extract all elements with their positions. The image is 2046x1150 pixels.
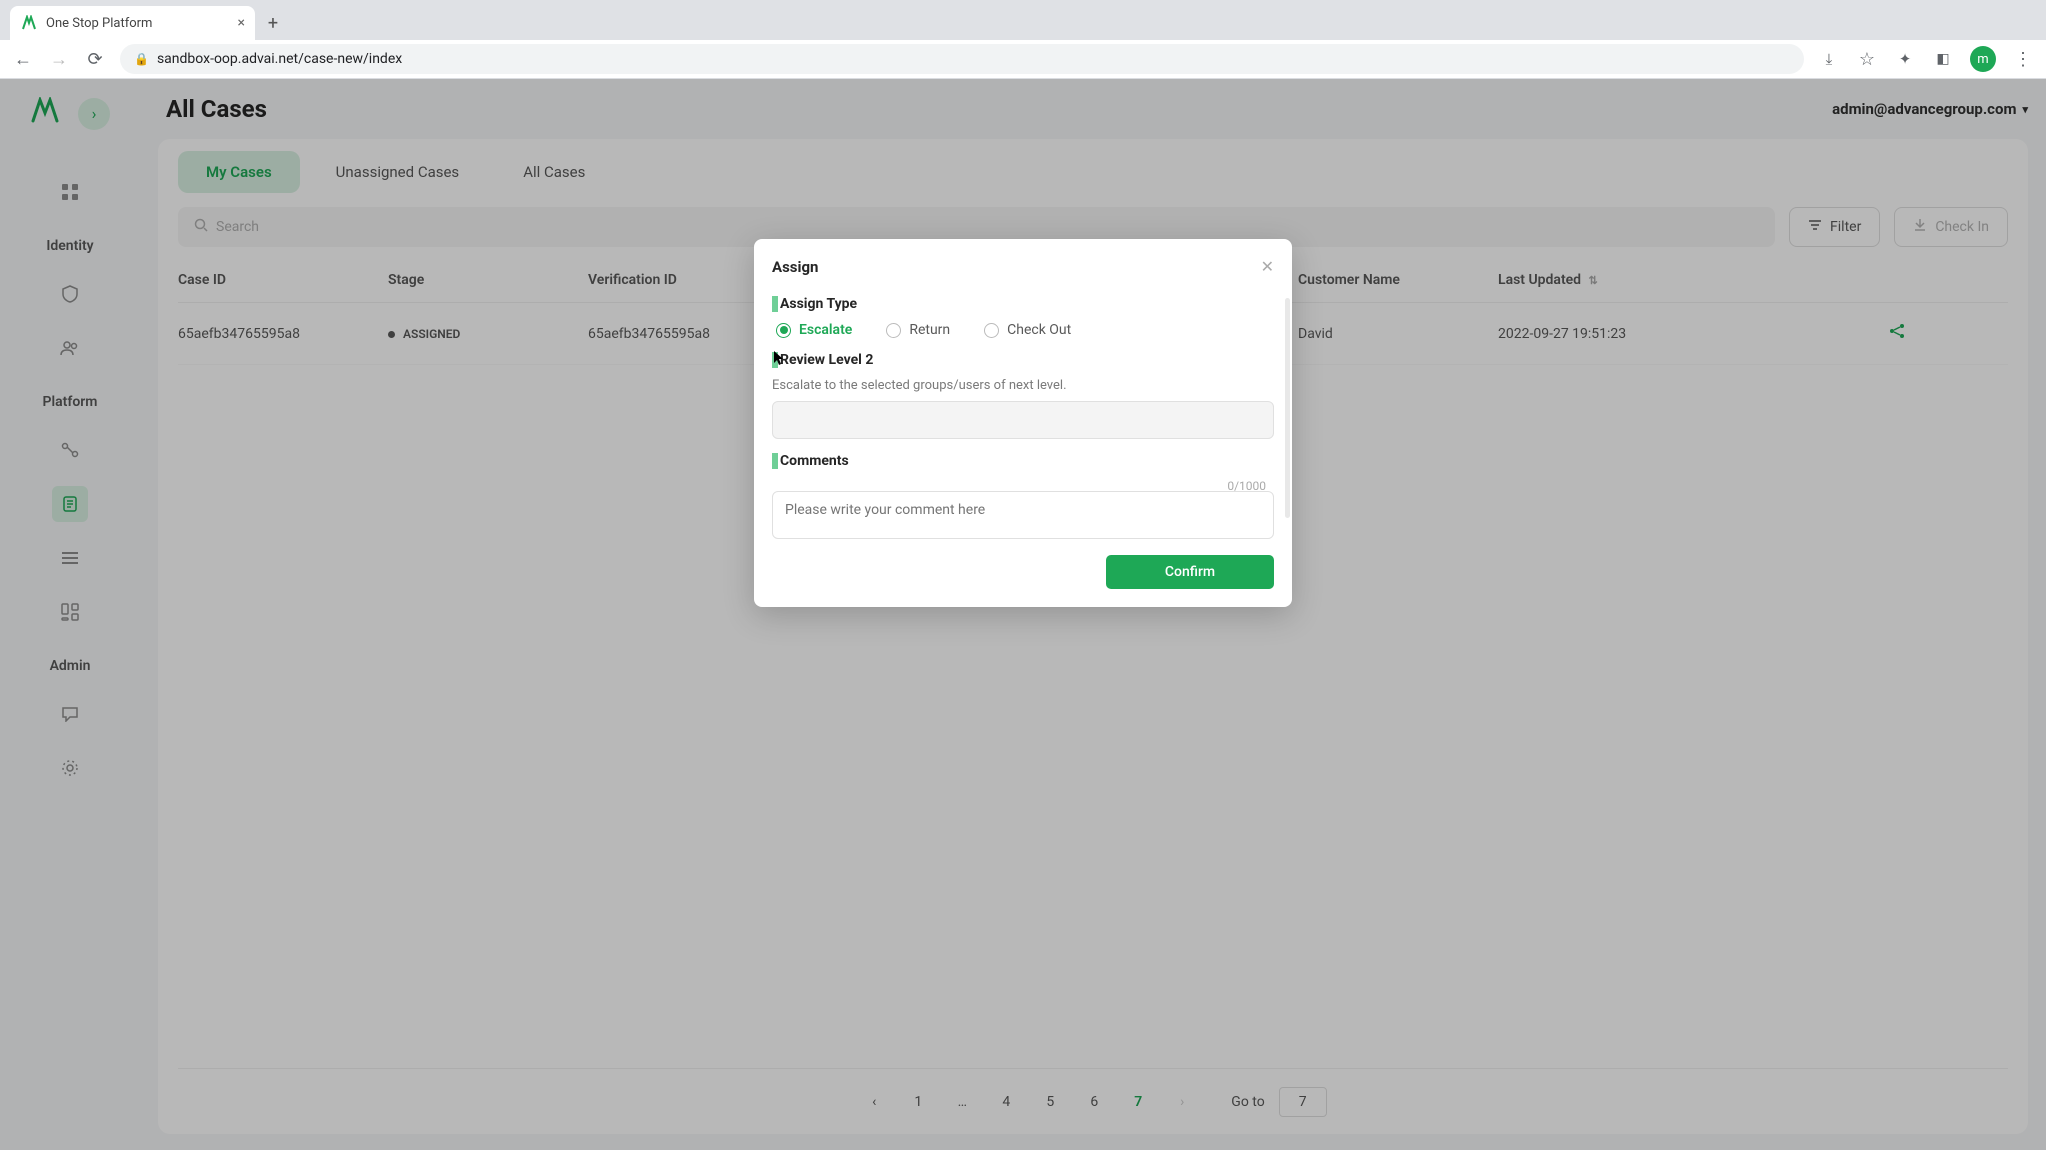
radio-return[interactable]: Return [886,322,950,338]
url-text: sandbox-oop.advai.net/case-new/index [157,51,402,67]
section-assign-type: Assign Type [772,296,1274,312]
radio-group-assign-type: Escalate Return Check Out [772,322,1274,338]
url-field[interactable]: 🔒 sandbox-oop.advai.net/case-new/index [120,44,1804,74]
browser-tab[interactable]: One Stop Platform × [10,6,255,40]
new-tab-button[interactable]: + [259,9,287,37]
radio-checkout[interactable]: Check Out [984,322,1071,338]
radio-escalate[interactable]: Escalate [776,322,852,338]
profile-avatar[interactable]: m [1970,46,1996,72]
browser-chrome: One Stop Platform × + ← → ⟳ 🔒 sandbox-oo… [0,0,2046,79]
tab-title: One Stop Platform [46,16,152,31]
modal-overlay[interactable]: Assign ✕ Assign Type Escalate Return [0,79,2046,1150]
back-icon[interactable]: ← [12,48,34,70]
section-bar-icon [772,296,778,312]
install-icon[interactable]: ⤓ [1818,48,1840,70]
section-comments: Comments [772,453,1274,469]
section-review-level: Review Level 2 [772,352,1274,368]
radio-icon [886,323,901,338]
radio-icon [776,323,791,338]
assign-modal: Assign ✕ Assign Type Escalate Return [754,239,1292,607]
user-select[interactable] [772,401,1274,439]
panel-icon[interactable]: ◧ [1932,48,1954,70]
hint-text: Escalate to the selected groups/users of… [772,378,1274,393]
scrollbar[interactable] [1285,298,1290,518]
kebab-icon[interactable]: ⋮ [2012,48,2034,70]
close-tab-icon[interactable]: × [238,15,245,31]
lock-icon: 🔒 [134,52,149,66]
section-bar-icon [772,453,778,469]
modal-footer: Confirm [754,543,1292,589]
favicon-icon [20,14,38,32]
comment-textarea[interactable] [772,491,1274,539]
modal-header: Assign ✕ [754,257,1292,288]
modal-body: Assign Type Escalate Return Check Out [754,288,1292,543]
section-bar-icon [772,352,778,368]
modal-title: Assign [772,258,818,276]
confirm-button[interactable]: Confirm [1106,555,1274,589]
app-root: › Identity Platform Admin [0,79,2046,1150]
reload-icon[interactable]: ⟳ [84,48,106,70]
address-bar: ← → ⟳ 🔒 sandbox-oop.advai.net/case-new/i… [0,40,2046,79]
extensions-icon[interactable]: ✦ [1894,48,1916,70]
tab-strip: One Stop Platform × + [0,0,2046,40]
toolbar-right: ⤓ ☆ ✦ ◧ m ⋮ [1818,46,2034,72]
star-icon[interactable]: ☆ [1856,48,1878,70]
close-icon[interactable]: ✕ [1261,257,1274,276]
radio-icon [984,323,999,338]
forward-icon[interactable]: → [48,48,70,70]
